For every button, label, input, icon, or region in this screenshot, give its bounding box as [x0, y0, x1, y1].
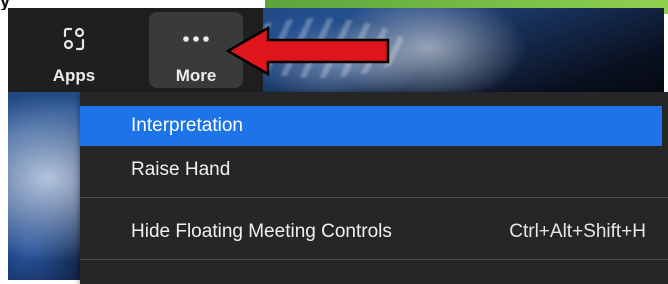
menu-item-hide-floating-controls[interactable]: Hide Floating Meeting Controls Ctrl+Alt+… [80, 212, 662, 252]
apps-button[interactable]: Apps [30, 12, 118, 88]
more-label: More [175, 66, 217, 85]
menu-item-label: Hide Floating Meeting Controls [131, 221, 392, 242]
menu-item-shortcut: Ctrl+Alt+Shift+H [509, 221, 646, 242]
apps-label: Apps [52, 66, 96, 85]
red-arrow-icon [225, 26, 390, 76]
more-ellipsis-icon [180, 24, 212, 54]
menu-divider [80, 197, 668, 198]
menu-item-label: Raise Hand [131, 159, 231, 180]
menu-item-interpretation[interactable]: Interpretation [80, 106, 662, 146]
apps-icon [58, 24, 90, 54]
menu-item-raise-hand[interactable]: Raise Hand [80, 150, 662, 190]
menu-divider [80, 259, 668, 260]
more-dropdown-menu: Interpretation Raise Hand Hide Floating … [80, 92, 668, 284]
menu-item-label: Interpretation [131, 115, 243, 136]
